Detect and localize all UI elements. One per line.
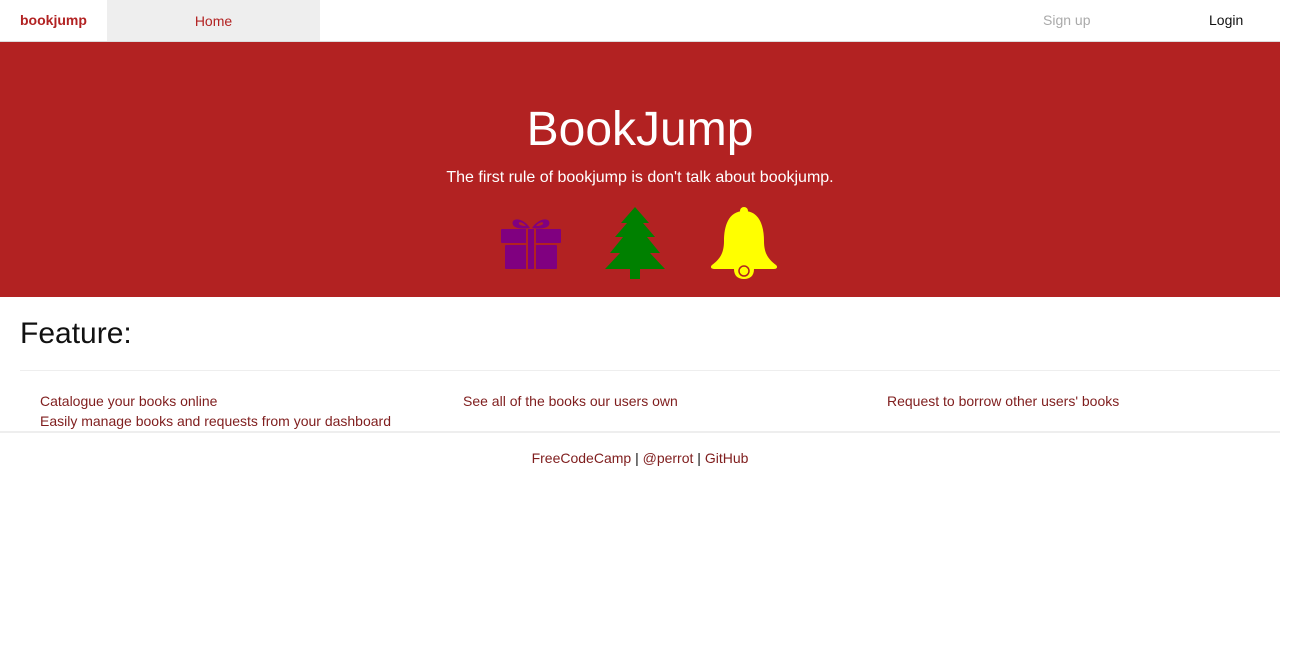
nav-item-signup[interactable]: Sign up <box>1043 12 1090 28</box>
feature-item: See all of the books our users own <box>463 393 678 409</box>
footer-separator: | <box>635 450 639 466</box>
hero-subtitle: The first rule of bookjump is don't talk… <box>446 169 834 186</box>
footer-link-github[interactable]: GitHub <box>705 450 749 466</box>
tree-icon <box>605 207 665 279</box>
feature-item: Easily manage books and requests from yo… <box>40 413 391 429</box>
hero-banner: BookJump The first rule of bookjump is d… <box>0 42 1280 297</box>
footer-link-freecodecamp[interactable]: FreeCodeCamp <box>532 450 632 466</box>
bell-icon <box>710 207 778 279</box>
brand-link[interactable]: bookjump <box>20 12 87 28</box>
feature-heading: Feature: <box>20 317 132 350</box>
nav-item-login[interactable]: Login <box>1209 12 1243 28</box>
divider <box>0 431 1280 433</box>
feature-item: Catalogue your books online <box>40 393 218 409</box>
divider <box>20 370 1280 371</box>
hero-title: BookJump <box>526 103 754 156</box>
gift-icon <box>501 219 561 269</box>
feature-item: Request to borrow other users' books <box>887 393 1120 409</box>
nav-item-home[interactable]: Home <box>107 0 320 41</box>
footer: FreeCodeCamp | @perrot | GitHub <box>0 449 1280 467</box>
footer-separator: | <box>697 450 701 466</box>
footer-link-perrot[interactable]: @perrot <box>643 450 694 466</box>
navbar: bookjump Home Sign up Login <box>0 0 1280 42</box>
